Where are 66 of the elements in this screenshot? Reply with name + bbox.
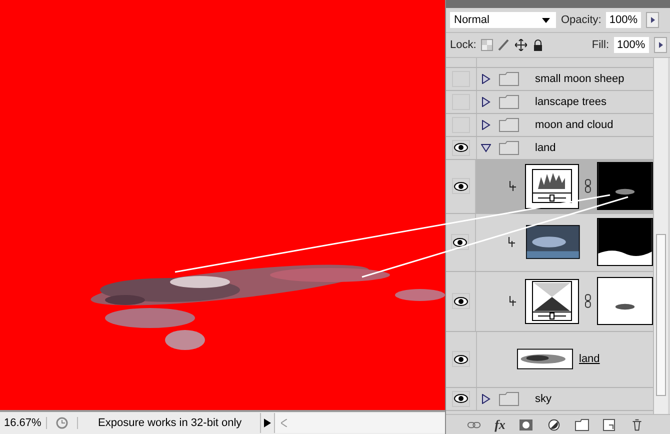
folder-icon — [499, 72, 519, 86]
layer-row[interactable] — [446, 272, 653, 332]
mask-icon[interactable] — [519, 418, 534, 431]
expand-arrow-icon[interactable] — [481, 96, 491, 107]
layer-row[interactable] — [446, 214, 653, 272]
layer-mask-thumbnail — [596, 162, 653, 210]
layer-name: sky — [535, 392, 552, 405]
caret-icon — [542, 18, 550, 24]
opacity-arrow-button[interactable] — [646, 12, 660, 28]
folder-icon — [499, 140, 519, 155]
layer-group-row[interactable]: moon and cloud — [446, 114, 653, 137]
folder-icon — [499, 94, 519, 109]
fill-label: Fill: — [592, 38, 609, 51]
visibility-toggle[interactable] — [452, 178, 470, 194]
fill-field[interactable]: 100% — [614, 36, 649, 53]
expand-arrow-icon[interactable] — [481, 394, 491, 404]
arrow-icon — [650, 16, 655, 23]
horizontal-scrollbar[interactable] — [274, 413, 445, 433]
layer-name: land — [535, 142, 556, 154]
layer-group-row[interactable]: land — [446, 136, 653, 160]
play-icon — [264, 418, 271, 428]
chain-link-icon[interactable] — [585, 179, 591, 194]
zoom-level: 16.67% — [0, 417, 47, 429]
layer-group-row[interactable]: lanscape trees — [446, 90, 653, 114]
folder-icon — [499, 118, 519, 132]
layer-style-button[interactable]: fx — [494, 416, 506, 433]
opacity-field[interactable]: 100% — [606, 12, 642, 28]
layer-name: lanscape trees — [535, 96, 607, 108]
visibility-toggle[interactable] — [452, 351, 470, 368]
checkerboard-icon[interactable] — [481, 38, 494, 51]
sky-thumbnail — [526, 224, 580, 260]
visibility-toggle[interactable] — [452, 293, 470, 310]
histogram-icon — [532, 169, 572, 204]
layer-row[interactable] — [446, 160, 653, 214]
status-menu-button[interactable] — [260, 413, 274, 433]
blend-mode-dropdown[interactable]: Normal — [450, 12, 556, 28]
scroll-left-icon[interactable] — [281, 419, 287, 427]
collapse-arrow-icon[interactable] — [481, 142, 491, 153]
chain-link-icon[interactable] — [585, 294, 591, 308]
layer-name: moon and cloud — [535, 118, 614, 131]
visibility-toggle[interactable] — [452, 140, 470, 156]
expand-arrow-icon[interactable] — [481, 74, 491, 84]
folder-icon — [499, 392, 519, 406]
layer-name: land — [579, 353, 600, 366]
new-layer-icon[interactable] — [602, 418, 616, 431]
vertical-scrollbar[interactable] — [653, 58, 668, 414]
lock-label: Lock: — [450, 38, 476, 51]
layer-row[interactable]: land — [446, 332, 653, 388]
exposure-icon — [532, 281, 572, 322]
folder-icon[interactable] — [574, 418, 589, 431]
layer-name: small moon sheep — [535, 72, 624, 85]
trash-icon[interactable] — [630, 418, 644, 431]
layer-group-row[interactable]: sky — [446, 388, 653, 411]
opacity-label: Opacity: — [561, 14, 602, 26]
half-circle-icon[interactable] — [546, 418, 561, 431]
arrow-icon — [658, 42, 662, 48]
layer-group-row[interactable]: small moon sheep — [446, 68, 653, 91]
clock-icon — [55, 416, 69, 430]
lock-icon[interactable] — [532, 38, 544, 51]
expand-arrow-icon[interactable] — [481, 120, 491, 130]
move-icon[interactable] — [515, 38, 528, 51]
visibility-toggle[interactable] — [452, 390, 470, 407]
visibility-toggle[interactable] — [451, 234, 470, 250]
layer-mask-thumbnail — [596, 277, 653, 326]
land-thumbnail — [517, 348, 573, 370]
fill-arrow-button[interactable] — [654, 36, 667, 53]
